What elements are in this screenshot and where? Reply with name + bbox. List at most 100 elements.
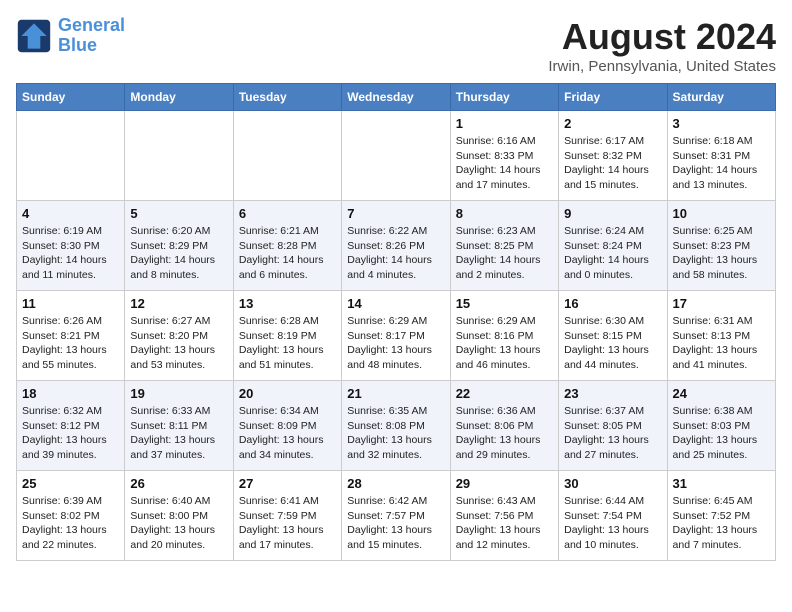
day-number: 30 bbox=[564, 476, 661, 491]
calendar-cell: 5 Sunrise: 6:20 AM Sunset: 8:29 PM Daylig… bbox=[125, 201, 233, 291]
day-info: Sunrise: 6:35 AM Sunset: 8:08 PM Dayligh… bbox=[347, 404, 444, 463]
calendar-cell: 1 Sunrise: 6:16 AM Sunset: 8:33 PM Daylig… bbox=[450, 111, 558, 201]
calendar-cell: 12Sunrise: 6:27 AM Sunset: 8:20 PM Dayli… bbox=[125, 291, 233, 381]
day-number: 28 bbox=[347, 476, 444, 491]
title-area: August 2024 Irwin, Pennsylvania, United … bbox=[548, 16, 776, 75]
calendar-cell: 14 Sunrise: 6:29 AM Sunset: 8:17 PM Dayli… bbox=[342, 291, 450, 381]
day-number: 2 bbox=[564, 116, 661, 131]
calendar-week-row: 4Sunrise: 6:19 AM Sunset: 8:30 PM Daylig… bbox=[17, 201, 776, 291]
day-number: 27 bbox=[239, 476, 336, 491]
day-number: 25 bbox=[22, 476, 119, 491]
calendar-cell: 18Sunrise: 6:32 AM Sunset: 8:12 PM Dayli… bbox=[17, 381, 125, 471]
calendar-cell: 2 Sunrise: 6:17 AM Sunset: 8:32 PM Daylig… bbox=[559, 111, 667, 201]
calendar-cell: 11 Sunrise: 6:26 AM Sunset: 8:21 PM Dayli… bbox=[17, 291, 125, 381]
day-number: 19 bbox=[130, 386, 227, 401]
day-info: Sunrise: 6:42 AM Sunset: 7:57 PM Dayligh… bbox=[347, 494, 444, 553]
day-number: 31 bbox=[673, 476, 770, 491]
day-info: Sunrise: 6:45 AM Sunset: 7:52 PM Dayligh… bbox=[673, 494, 770, 553]
calendar-cell: 30 Sunrise: 6:44 AM Sunset: 7:54 PM Dayli… bbox=[559, 471, 667, 561]
calendar-cell: 27 Sunrise: 6:41 AM Sunset: 7:59 PM Dayli… bbox=[233, 471, 341, 561]
weekday-header: Tuesday bbox=[233, 84, 341, 111]
day-info: Sunrise: 6:27 AM Sunset: 8:20 PM Dayligh… bbox=[130, 314, 227, 373]
day-number: 24 bbox=[673, 386, 770, 401]
day-number: 26 bbox=[130, 476, 227, 491]
calendar-cell: 21 Sunrise: 6:35 AM Sunset: 8:08 PM Dayli… bbox=[342, 381, 450, 471]
day-info: Sunrise: 6:41 AM Sunset: 7:59 PM Dayligh… bbox=[239, 494, 336, 553]
calendar-cell bbox=[17, 111, 125, 201]
calendar-cell bbox=[233, 111, 341, 201]
calendar-cell bbox=[125, 111, 233, 201]
day-info: Sunrise: 6:30 AM Sunset: 8:15 PM Dayligh… bbox=[564, 314, 661, 373]
calendar-week-row: 18Sunrise: 6:32 AM Sunset: 8:12 PM Dayli… bbox=[17, 381, 776, 471]
day-info: Sunrise: 6:44 AM Sunset: 7:54 PM Dayligh… bbox=[564, 494, 661, 553]
day-number: 7 bbox=[347, 206, 444, 221]
day-info: Sunrise: 6:43 AM Sunset: 7:56 PM Dayligh… bbox=[456, 494, 553, 553]
calendar-cell: 17Sunrise: 6:31 AM Sunset: 8:13 PM Dayli… bbox=[667, 291, 775, 381]
calendar-week-row: 25 Sunrise: 6:39 AM Sunset: 8:02 PM Dayli… bbox=[17, 471, 776, 561]
calendar-cell: 10Sunrise: 6:25 AM Sunset: 8:23 PM Dayli… bbox=[667, 201, 775, 291]
calendar-cell: 8Sunrise: 6:23 AM Sunset: 8:25 PM Daylig… bbox=[450, 201, 558, 291]
calendar-table: SundayMondayTuesdayWednesdayThursdayFrid… bbox=[16, 83, 776, 561]
day-number: 23 bbox=[564, 386, 661, 401]
weekday-header: Saturday bbox=[667, 84, 775, 111]
day-number: 22 bbox=[456, 386, 553, 401]
day-number: 9 bbox=[564, 206, 661, 221]
day-info: Sunrise: 6:17 AM Sunset: 8:32 PM Dayligh… bbox=[564, 134, 661, 193]
location-title: Irwin, Pennsylvania, United States bbox=[548, 58, 776, 75]
calendar-cell: 9 Sunrise: 6:24 AM Sunset: 8:24 PM Daylig… bbox=[559, 201, 667, 291]
logo-general: General bbox=[58, 15, 125, 35]
day-info: Sunrise: 6:28 AM Sunset: 8:19 PM Dayligh… bbox=[239, 314, 336, 373]
calendar-cell: 19 Sunrise: 6:33 AM Sunset: 8:11 PM Dayli… bbox=[125, 381, 233, 471]
day-info: Sunrise: 6:24 AM Sunset: 8:24 PM Dayligh… bbox=[564, 224, 661, 283]
calendar-week-row: 1 Sunrise: 6:16 AM Sunset: 8:33 PM Daylig… bbox=[17, 111, 776, 201]
day-info: Sunrise: 6:34 AM Sunset: 8:09 PM Dayligh… bbox=[239, 404, 336, 463]
day-info: Sunrise: 6:29 AM Sunset: 8:16 PM Dayligh… bbox=[456, 314, 553, 373]
logo-blue: Blue bbox=[58, 35, 97, 55]
day-number: 14 bbox=[347, 296, 444, 311]
day-info: Sunrise: 6:25 AM Sunset: 8:23 PM Dayligh… bbox=[673, 224, 770, 283]
weekday-header-row: SundayMondayTuesdayWednesdayThursdayFrid… bbox=[17, 84, 776, 111]
day-info: Sunrise: 6:29 AM Sunset: 8:17 PM Dayligh… bbox=[347, 314, 444, 373]
day-info: Sunrise: 6:20 AM Sunset: 8:29 PM Dayligh… bbox=[130, 224, 227, 283]
day-number: 17 bbox=[673, 296, 770, 311]
day-info: Sunrise: 6:26 AM Sunset: 8:21 PM Dayligh… bbox=[22, 314, 119, 373]
weekday-header: Friday bbox=[559, 84, 667, 111]
weekday-header: Sunday bbox=[17, 84, 125, 111]
day-info: Sunrise: 6:32 AM Sunset: 8:12 PM Dayligh… bbox=[22, 404, 119, 463]
day-info: Sunrise: 6:38 AM Sunset: 8:03 PM Dayligh… bbox=[673, 404, 770, 463]
day-info: Sunrise: 6:36 AM Sunset: 8:06 PM Dayligh… bbox=[456, 404, 553, 463]
day-number: 6 bbox=[239, 206, 336, 221]
month-title: August 2024 bbox=[548, 16, 776, 58]
day-number: 4 bbox=[22, 206, 119, 221]
day-number: 8 bbox=[456, 206, 553, 221]
day-number: 16 bbox=[564, 296, 661, 311]
calendar-cell: 31 Sunrise: 6:45 AM Sunset: 7:52 PM Dayli… bbox=[667, 471, 775, 561]
calendar-cell: 4Sunrise: 6:19 AM Sunset: 8:30 PM Daylig… bbox=[17, 201, 125, 291]
calendar-cell: 3Sunrise: 6:18 AM Sunset: 8:31 PM Daylig… bbox=[667, 111, 775, 201]
day-number: 15 bbox=[456, 296, 553, 311]
calendar-cell: 28 Sunrise: 6:42 AM Sunset: 7:57 PM Dayli… bbox=[342, 471, 450, 561]
logo: General Blue bbox=[16, 16, 125, 56]
day-number: 21 bbox=[347, 386, 444, 401]
calendar-cell: 7Sunrise: 6:22 AM Sunset: 8:26 PM Daylig… bbox=[342, 201, 450, 291]
calendar-cell: 26Sunrise: 6:40 AM Sunset: 8:00 PM Dayli… bbox=[125, 471, 233, 561]
header: General Blue August 2024 Irwin, Pennsylv… bbox=[16, 16, 776, 75]
weekday-header: Wednesday bbox=[342, 84, 450, 111]
calendar-cell: 16 Sunrise: 6:30 AM Sunset: 8:15 PM Dayli… bbox=[559, 291, 667, 381]
calendar-cell: 20 Sunrise: 6:34 AM Sunset: 8:09 PM Dayli… bbox=[233, 381, 341, 471]
day-info: Sunrise: 6:33 AM Sunset: 8:11 PM Dayligh… bbox=[130, 404, 227, 463]
day-info: Sunrise: 6:39 AM Sunset: 8:02 PM Dayligh… bbox=[22, 494, 119, 553]
day-number: 20 bbox=[239, 386, 336, 401]
logo-text: General Blue bbox=[58, 16, 125, 56]
day-info: Sunrise: 6:37 AM Sunset: 8:05 PM Dayligh… bbox=[564, 404, 661, 463]
day-number: 29 bbox=[456, 476, 553, 491]
calendar-cell: 24 Sunrise: 6:38 AM Sunset: 8:03 PM Dayli… bbox=[667, 381, 775, 471]
day-number: 11 bbox=[22, 296, 119, 311]
day-number: 5 bbox=[130, 206, 227, 221]
day-number: 1 bbox=[456, 116, 553, 131]
day-info: Sunrise: 6:21 AM Sunset: 8:28 PM Dayligh… bbox=[239, 224, 336, 283]
day-number: 13 bbox=[239, 296, 336, 311]
calendar-cell: 6 Sunrise: 6:21 AM Sunset: 8:28 PM Daylig… bbox=[233, 201, 341, 291]
day-info: Sunrise: 6:16 AM Sunset: 8:33 PM Dayligh… bbox=[456, 134, 553, 193]
calendar-week-row: 11 Sunrise: 6:26 AM Sunset: 8:21 PM Dayli… bbox=[17, 291, 776, 381]
